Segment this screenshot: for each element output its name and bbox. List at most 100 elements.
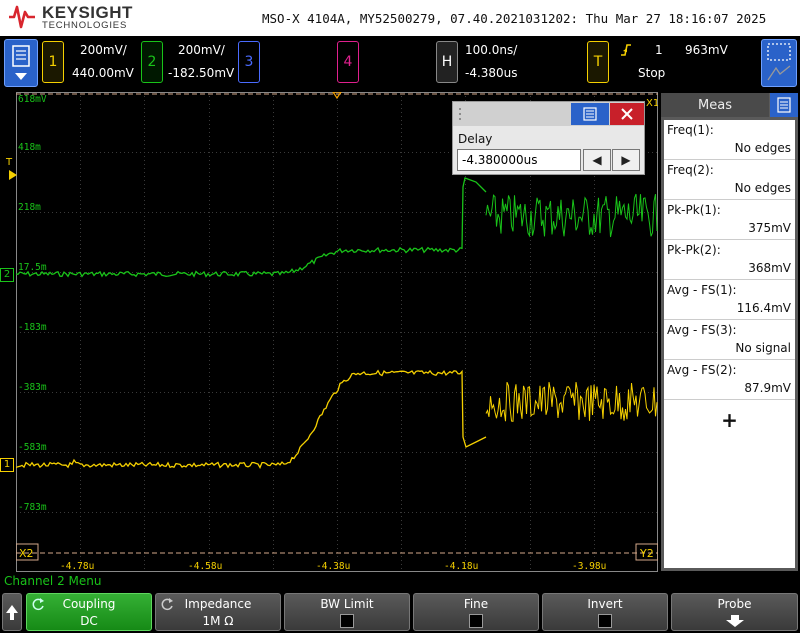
channel-2-scale: 200mV/ xyxy=(178,43,225,57)
y-label-1: 618mV xyxy=(18,94,47,105)
trigger-level-arrow-icon xyxy=(9,170,17,180)
horizontal-scale: 100.0ns/ xyxy=(465,43,518,57)
channel-2-ground-marker[interactable]: 2 xyxy=(0,268,14,282)
softkey-back-button[interactable] xyxy=(2,593,22,631)
measurement-list: Freq(1): No edges Freq(2): No edges Pk-P… xyxy=(664,120,795,568)
delay-dialog-close-button[interactable] xyxy=(610,103,644,125)
measurement-item[interactable]: Avg - FS(2): 87.9mV xyxy=(664,360,795,400)
measurement-item[interactable]: Avg - FS(1): 116.4mV xyxy=(664,280,795,320)
channel-4-number: 4 xyxy=(343,54,353,70)
trigger-level: 963mV xyxy=(685,43,728,57)
trigger-level-marker-label: T xyxy=(6,157,13,168)
measurement-panel: Meas Freq(1): No edges Freq(2): No edges… xyxy=(661,93,798,571)
channel-1-ground-marker[interactable]: 1 xyxy=(0,458,14,472)
fine-checkbox[interactable] xyxy=(469,614,483,628)
channel-1-number: 1 xyxy=(48,54,58,70)
probe-softkey[interactable]: Probe xyxy=(671,593,798,631)
channel-3-number: 3 xyxy=(244,54,254,70)
channel-1-ground-label: 1 xyxy=(3,459,11,470)
measurement-toggle-button[interactable] xyxy=(761,39,797,87)
measurement-name: Pk-Pk(2): xyxy=(667,243,721,257)
impedance-label: Impedance xyxy=(184,597,252,611)
x-label-1: -4.78u xyxy=(60,561,94,572)
y-label-4: 17.5m xyxy=(18,262,47,273)
coupling-value: DC xyxy=(80,614,98,628)
x-label-4: -4.18u xyxy=(444,561,478,572)
trigger-button[interactable]: T xyxy=(587,41,609,83)
trigger-source: 1 xyxy=(655,43,663,57)
measurement-name: Avg - FS(1): xyxy=(667,283,737,297)
channel-1-scale: 200mV/ xyxy=(80,43,127,57)
y-label-8: -783m xyxy=(18,502,47,513)
measurement-value: 368mV xyxy=(748,261,791,275)
add-measurement-button[interactable]: + xyxy=(664,400,795,440)
delay-increment-button[interactable]: ▶ xyxy=(612,149,640,171)
coupling-softkey[interactable]: Coupling DC xyxy=(26,593,152,631)
measurement-name: Pk-Pk(1): xyxy=(667,203,721,217)
channel-2-ground-label: 2 xyxy=(3,269,11,280)
measurement-item[interactable]: Freq(2): No edges xyxy=(664,160,795,200)
channel-4-button[interactable]: 4 xyxy=(337,41,359,83)
measurement-item[interactable]: Freq(1): No edges xyxy=(664,120,795,160)
y-label-3: 218m xyxy=(18,202,41,213)
rising-edge-icon xyxy=(621,44,631,56)
measurement-name: Avg - FS(2): xyxy=(667,363,737,377)
menu-icon xyxy=(12,45,30,80)
up-arrow-icon xyxy=(6,605,18,620)
channel-1-button[interactable]: 1 xyxy=(42,41,64,83)
submenu-arrow-icon xyxy=(726,615,744,627)
delay-dialog-header xyxy=(453,102,644,126)
channel-2-button[interactable]: 2 xyxy=(141,41,163,83)
invert-softkey[interactable]: Invert xyxy=(542,593,668,631)
invert-checkbox[interactable] xyxy=(598,614,612,628)
drag-handle-icon[interactable] xyxy=(457,106,463,122)
measurement-value: 116.4mV xyxy=(736,301,791,315)
menu-icon xyxy=(777,97,791,113)
add-icon: + xyxy=(721,408,738,432)
delay-dialog: Delay -4.380000us ◀ ▶ xyxy=(452,101,645,175)
y-label-6: -383m xyxy=(18,382,47,393)
impedance-value: 1M Ω xyxy=(202,614,234,628)
invert-label: Invert xyxy=(587,597,623,611)
measurement-name: Freq(2): xyxy=(667,163,714,177)
keysight-logo-icon xyxy=(9,5,35,29)
bw-limit-checkbox[interactable] xyxy=(340,614,354,628)
measurement-value: 375mV xyxy=(748,221,791,235)
brand-subtitle: TECHNOLOGIES xyxy=(42,20,128,31)
impedance-softkey[interactable]: Impedance 1M Ω xyxy=(155,593,281,631)
measurement-name: Freq(1): xyxy=(667,123,714,137)
delay-label: Delay xyxy=(458,132,493,146)
channel-3-button[interactable]: 3 xyxy=(238,41,260,83)
main-menu-button[interactable] xyxy=(4,39,38,87)
delay-decrement-button[interactable]: ◀ xyxy=(583,149,611,171)
trigger-level-marker[interactable]: T xyxy=(6,157,12,168)
fine-label: Fine xyxy=(463,597,489,611)
delay-dialog-menu-button[interactable] xyxy=(571,103,609,125)
trigger-label: T xyxy=(593,54,603,70)
x-label-3: -4.38u xyxy=(316,561,350,572)
horizontal-button[interactable]: H xyxy=(436,41,458,83)
channel-2-offset: -182.50mV xyxy=(168,66,235,80)
instrument-title: MSO-X 4104A, MY52500279, 07.40.202103120… xyxy=(262,11,767,26)
softkey-menu-title: Channel 2 Menu xyxy=(4,574,102,588)
measurement-item[interactable]: Pk-Pk(2): 368mV xyxy=(664,240,795,280)
cursor-x1-label: X1 xyxy=(646,98,658,109)
measurement-item[interactable]: Avg - FS(3): No signal xyxy=(664,320,795,360)
right-arrow-icon: ▶ xyxy=(621,153,631,167)
cursor-x2-label: X2 xyxy=(19,547,34,560)
measurement-item[interactable]: Pk-Pk(1): 375mV xyxy=(664,200,795,240)
y-label-2: 418m xyxy=(18,142,41,153)
bw-limit-softkey[interactable]: BW Limit xyxy=(284,593,410,631)
delay-input[interactable]: -4.380000us xyxy=(457,149,581,171)
fine-softkey[interactable]: Fine xyxy=(413,593,539,631)
title-bar: KEYSIGHT TECHNOLOGIES MSO-X 4104A, MY525… xyxy=(0,0,800,36)
horizontal-delay: -4.380us xyxy=(465,66,518,80)
y-label-7: -583m xyxy=(18,442,47,453)
left-arrow-icon: ◀ xyxy=(592,153,602,167)
acquisition-status: Stop xyxy=(638,66,666,80)
channel-2-number: 2 xyxy=(147,54,157,70)
measurement-menu-button[interactable] xyxy=(770,93,798,117)
coupling-label: Coupling xyxy=(62,597,116,611)
measurement-value: No edges xyxy=(734,141,791,155)
measurement-value: 87.9mV xyxy=(744,381,791,395)
